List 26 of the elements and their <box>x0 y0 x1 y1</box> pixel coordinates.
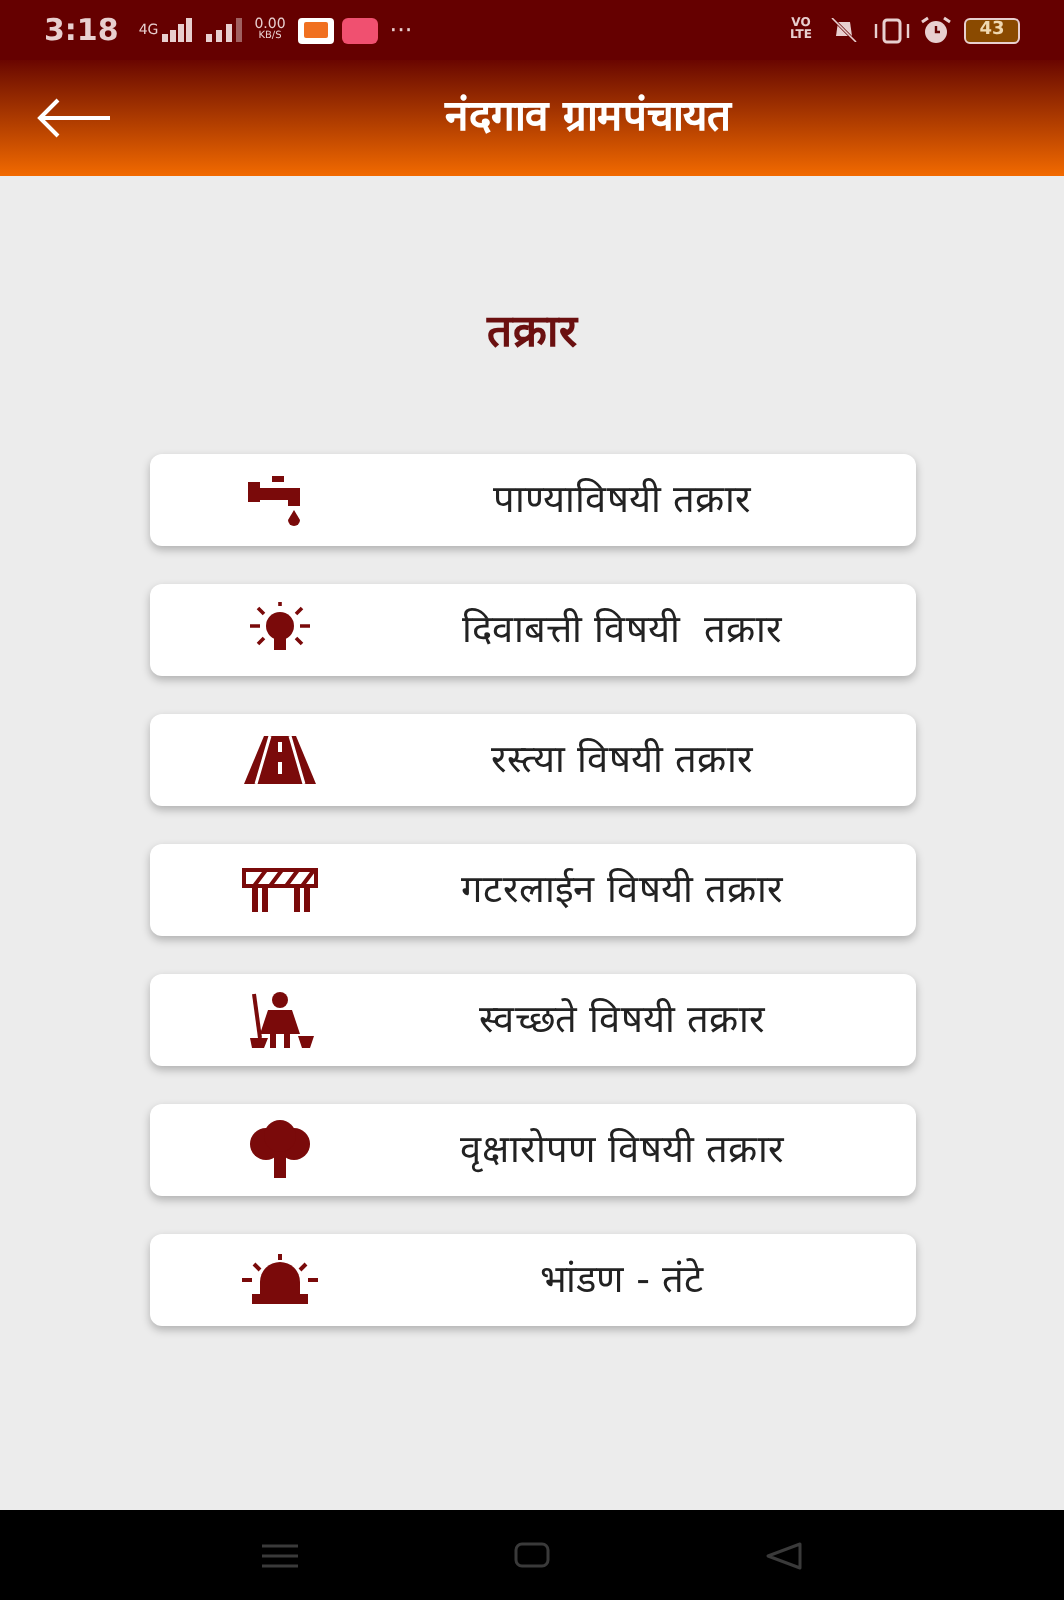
back-arrow-icon <box>36 98 112 138</box>
menu-icon[interactable] <box>262 1543 298 1567</box>
battery-indicator: 43 <box>964 17 1020 43</box>
notification-icon <box>341 17 378 43</box>
header-title: नंदगाव ग्रामपंचायत <box>444 90 732 145</box>
complaint-category-button[interactable]: रस्त्या विषयी तक्रार <box>149 714 915 806</box>
complaint-category-button[interactable]: गटरलाईन विषयी तक्रार <box>149 844 915 936</box>
siren-icon <box>239 1254 319 1306</box>
complaint-category-button[interactable]: दिवाबत्ती विषयी तक्रार <box>149 584 915 676</box>
complaint-category-button[interactable]: वृक्षारोपण विषयी तक्रार <box>149 1104 915 1196</box>
complaint-category-button[interactable]: भांडण - तंटे <box>149 1234 915 1326</box>
road-icon <box>243 736 315 784</box>
more-notifications: ··· <box>389 14 413 48</box>
complaint-category-button[interactable]: स्वच्छते विषयी तक्रार <box>149 974 915 1066</box>
barrier-icon <box>241 866 317 914</box>
signal-icon <box>162 18 195 42</box>
page-title: तक्रार <box>487 306 577 362</box>
tree-icon <box>245 1120 313 1180</box>
clock: 3:18 <box>44 9 119 52</box>
complaint-category-button[interactable]: पाण्याविषयी तक्रार <box>149 454 915 546</box>
vibrate-icon <box>872 17 912 43</box>
signal-icon <box>206 18 247 42</box>
notification-icon <box>297 17 334 43</box>
alarm-icon <box>920 16 952 44</box>
back-icon[interactable] <box>766 1541 802 1569</box>
home-icon[interactable] <box>514 1542 550 1568</box>
